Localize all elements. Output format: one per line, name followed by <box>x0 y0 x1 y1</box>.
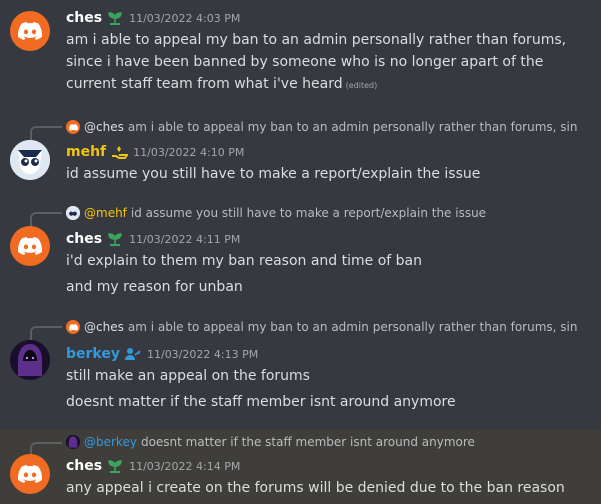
message-line: still make an appeal on the forums <box>66 368 310 384</box>
sprout-badge-icon <box>106 458 124 474</box>
reply-text: am i able to appeal my ban to an admin p… <box>127 120 578 134</box>
reply-reference[interactable]: @ches am i able to appeal my ban to an a… <box>66 318 596 336</box>
message-2: @ches am i able to appeal my ban to an a… <box>0 104 601 194</box>
message-line: since i have been banned by someone who … <box>66 54 544 70</box>
reply-spine <box>30 326 62 340</box>
reply-reference[interactable]: @mehf id assume you still have to make a… <box>66 204 596 222</box>
timestamp[interactable]: 11/03/2022 4:14 PM <box>129 460 240 473</box>
message-line: am i able to appeal my ban to an admin p… <box>66 32 567 48</box>
message-line: id assume you still have to make a repor… <box>66 166 481 182</box>
reply-author[interactable]: @ches <box>84 320 124 334</box>
message-text: current staff team from what i've heard <box>66 76 343 92</box>
sprout-badge-icon <box>106 10 124 26</box>
avatar-ches[interactable] <box>10 454 50 494</box>
edited-label: (edited) <box>345 81 378 90</box>
reply-author[interactable]: @mehf <box>84 206 127 220</box>
reply-author[interactable]: @berkey <box>84 435 137 449</box>
avatar-mehf[interactable] <box>10 140 50 180</box>
author-name[interactable]: berkey <box>66 346 120 362</box>
timestamp[interactable]: 11/03/2022 4:10 PM <box>133 146 244 159</box>
message-line: i'd explain to them my ban reason and ti… <box>66 253 423 269</box>
timestamp[interactable]: 11/03/2022 4:03 PM <box>129 12 240 25</box>
reply-spine <box>30 126 62 140</box>
reply-avatar-icon <box>66 120 80 134</box>
author-name[interactable]: ches <box>66 458 102 474</box>
discord-logo-icon <box>18 237 42 255</box>
timestamp[interactable]: 11/03/2022 4:13 PM <box>147 348 258 361</box>
message-4: @ches am i able to appeal my ban to an a… <box>0 306 601 426</box>
message-line: any appeal i create on the forums will b… <box>66 480 565 496</box>
reply-text: doesnt matter if the staff member isnt a… <box>140 435 475 449</box>
avatar-berkey[interactable] <box>10 340 50 380</box>
message-line: current staff team from what i've heard(… <box>66 74 377 96</box>
message-1: ches 11/03/2022 4:03 PM am i able to app… <box>0 0 601 104</box>
reply-reference[interactable]: @berkey doesnt matter if the staff membe… <box>66 433 596 451</box>
message-line: and my reason for unban <box>66 279 243 295</box>
helping-hand-badge-icon <box>110 144 129 160</box>
reply-avatar-icon <box>66 206 80 220</box>
discord-logo-icon <box>18 22 42 40</box>
timestamp[interactable]: 11/03/2022 4:11 PM <box>129 233 240 246</box>
reply-avatar-icon <box>66 435 80 449</box>
avatar-ches[interactable] <box>10 226 50 266</box>
discord-logo-icon <box>18 465 42 483</box>
author-name[interactable]: ches <box>66 10 102 26</box>
message-5: @berkey doesnt matter if the staff membe… <box>0 430 601 504</box>
author-name[interactable]: mehf <box>66 144 106 160</box>
owl-avatar-icon <box>10 140 50 180</box>
hooded-figure-avatar-icon <box>10 340 50 380</box>
reply-text: id assume you still have to make a repor… <box>130 206 487 220</box>
reply-reference[interactable]: @ches am i able to appeal my ban to an a… <box>66 118 596 136</box>
message-3: @mehf id assume you still have to make a… <box>0 194 601 306</box>
message-line: doesnt matter if the staff member isnt a… <box>66 394 456 410</box>
author-name[interactable]: ches <box>66 231 102 247</box>
reply-text: am i able to appeal my ban to an admin p… <box>127 320 578 334</box>
reply-avatar-icon <box>66 320 80 334</box>
sprout-badge-icon <box>106 231 124 247</box>
reply-author[interactable]: @ches <box>84 120 124 134</box>
reply-spine <box>30 212 62 226</box>
avatar-ches[interactable] <box>10 11 50 51</box>
user-key-badge-icon <box>124 346 142 362</box>
